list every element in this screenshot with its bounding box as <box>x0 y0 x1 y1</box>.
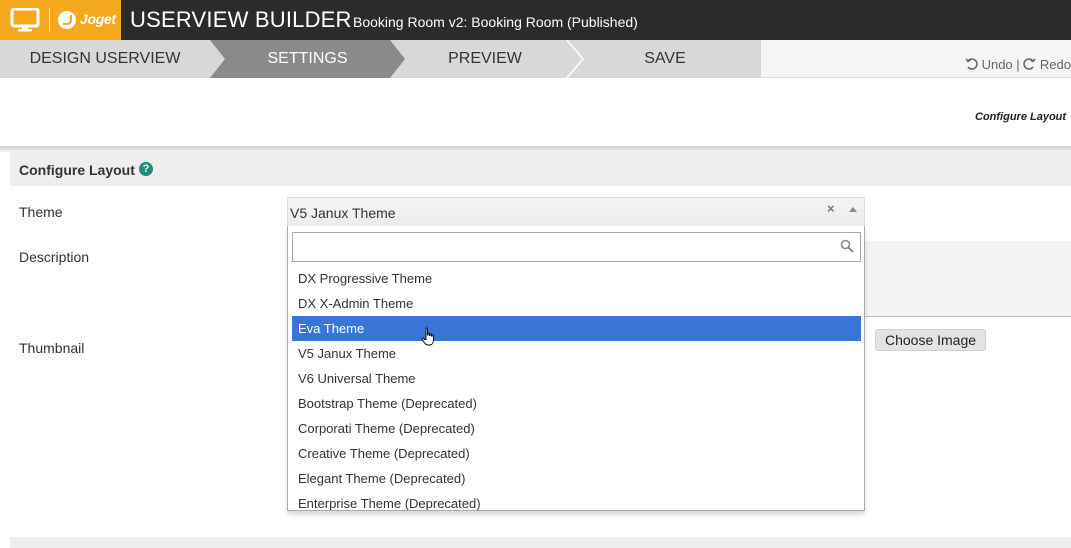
theme-selected-value: V5 Janux Theme <box>290 205 396 221</box>
clear-selection-icon[interactable]: × <box>827 201 835 216</box>
description-label: Description <box>19 249 90 265</box>
builder-toolbar: Undo | Redo <box>761 40 1071 78</box>
section-title: Configure Layout <box>19 162 135 178</box>
choose-image-button[interactable]: Choose Image <box>875 329 986 351</box>
step-design-userview[interactable]: DESIGN USERVIEW <box>0 40 210 78</box>
undo-redo-group: Undo | Redo <box>965 57 1071 72</box>
hand-pointer-icon <box>421 327 434 346</box>
theme-select[interactable]: V5 Janux Theme × <box>287 197 865 226</box>
step-preview[interactable]: PREVIEW <box>390 40 580 78</box>
monitor-icon <box>10 8 40 32</box>
theme-option[interactable]: DX Progressive Theme <box>292 266 861 291</box>
search-icon <box>840 239 854 253</box>
help-icon[interactable]: ? <box>139 162 153 176</box>
builder-title: USERVIEW BUILDER <box>130 7 352 32</box>
theme-option[interactable]: DX X-Admin Theme <box>292 291 861 316</box>
brand-name: Joget <box>80 11 116 27</box>
next-section-header <box>10 537 1071 548</box>
step-save[interactable]: SAVE <box>580 40 750 78</box>
theme-search-input[interactable] <box>292 232 861 262</box>
redo-button[interactable]: Redo <box>1023 57 1071 72</box>
configure-layout-link[interactable]: Configure Layout <box>975 111 1066 123</box>
theme-options-list: DX Progressive Theme DX X-Admin Theme Ev… <box>292 266 861 510</box>
theme-label: Theme <box>19 204 63 220</box>
toolbar-separator: | <box>1016 57 1020 72</box>
theme-option[interactable]: Bootstrap Theme (Deprecated) <box>292 391 861 416</box>
app-subtitle: Booking Room v2: Booking Room (Published… <box>353 14 638 30</box>
theme-option-highlighted[interactable]: Eva Theme <box>292 316 861 341</box>
theme-option[interactable]: Elegant Theme (Deprecated) <box>292 466 861 491</box>
joget-logo-icon <box>58 11 76 29</box>
builder-steps: DESIGN USERVIEW SETTINGS PREVIEW SAVE <box>0 40 761 78</box>
redo-icon <box>1023 58 1036 70</box>
logo-divider <box>49 8 50 32</box>
undo-button[interactable]: Undo <box>965 57 1016 72</box>
step-settings[interactable]: SETTINGS <box>210 40 405 78</box>
redo-label: Redo <box>1039 57 1071 72</box>
theme-option[interactable]: V6 Universal Theme <box>292 366 861 391</box>
undo-label: Undo <box>981 57 1013 72</box>
theme-option[interactable]: V5 Janux Theme <box>292 341 861 366</box>
properties-canvas <box>0 78 1071 148</box>
section-header: Configure Layout ? <box>10 152 1071 186</box>
description-field[interactable] <box>864 241 1071 317</box>
chevron-up-icon[interactable] <box>849 207 857 212</box>
brand-logo[interactable]: Joget <box>0 0 121 40</box>
theme-dropdown: DX Progressive Theme DX X-Admin Theme Ev… <box>287 226 865 511</box>
app-header: Joget USERVIEW BUILDER Booking Room v2: … <box>0 0 1071 40</box>
theme-option[interactable]: Enterprise Theme (Deprecated) <box>292 491 861 510</box>
theme-option[interactable]: Corporati Theme (Deprecated) <box>292 416 861 441</box>
theme-option[interactable]: Creative Theme (Deprecated) <box>292 441 861 466</box>
thumbnail-label: Thumbnail <box>19 340 85 356</box>
undo-icon <box>965 58 978 70</box>
